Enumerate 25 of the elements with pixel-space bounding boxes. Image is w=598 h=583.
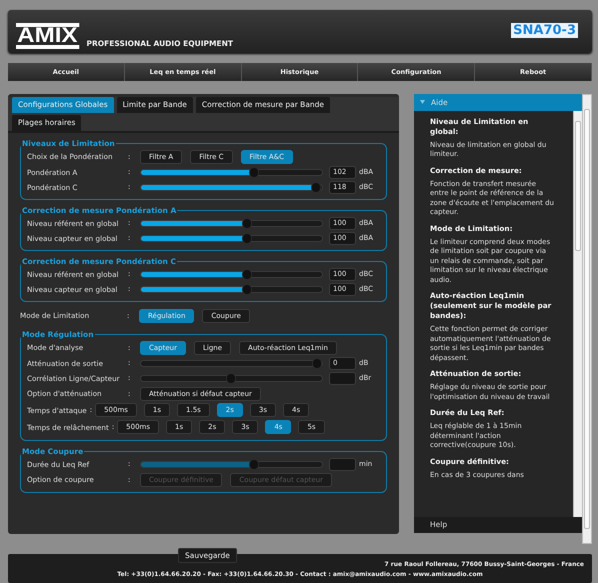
slider-track[interactable] [140, 168, 323, 176]
model-name: SNA70-3 [511, 23, 578, 38]
slider-thumb[interactable] [310, 182, 321, 193]
brand-logo: AMIX [16, 23, 79, 50]
scrollbar[interactable] [582, 94, 592, 544]
slider-thumb[interactable] [249, 166, 260, 178]
slider-track[interactable] [140, 460, 323, 468]
scrollbar[interactable] [573, 110, 582, 517]
slider-thumb[interactable] [249, 458, 260, 470]
slider-track[interactable] [140, 184, 323, 191]
slider-thumb[interactable] [312, 358, 322, 369]
slider-track[interactable] [140, 286, 323, 293]
value-field[interactable] [329, 458, 356, 471]
value-field[interactable] [329, 372, 356, 385]
slider-track[interactable] [140, 374, 323, 382]
triangle-icon [420, 100, 425, 104]
slider-track[interactable] [140, 360, 323, 367]
slider-thumb[interactable] [242, 232, 252, 244]
slider-thumb[interactable] [242, 268, 252, 280]
slider-track[interactable] [140, 270, 323, 278]
slider-thumb[interactable] [242, 218, 252, 229]
slider-thumb[interactable] [226, 372, 236, 384]
slider-track[interactable] [140, 234, 323, 242]
slider-thumb[interactable] [242, 284, 252, 295]
slider-track[interactable] [140, 220, 323, 227]
